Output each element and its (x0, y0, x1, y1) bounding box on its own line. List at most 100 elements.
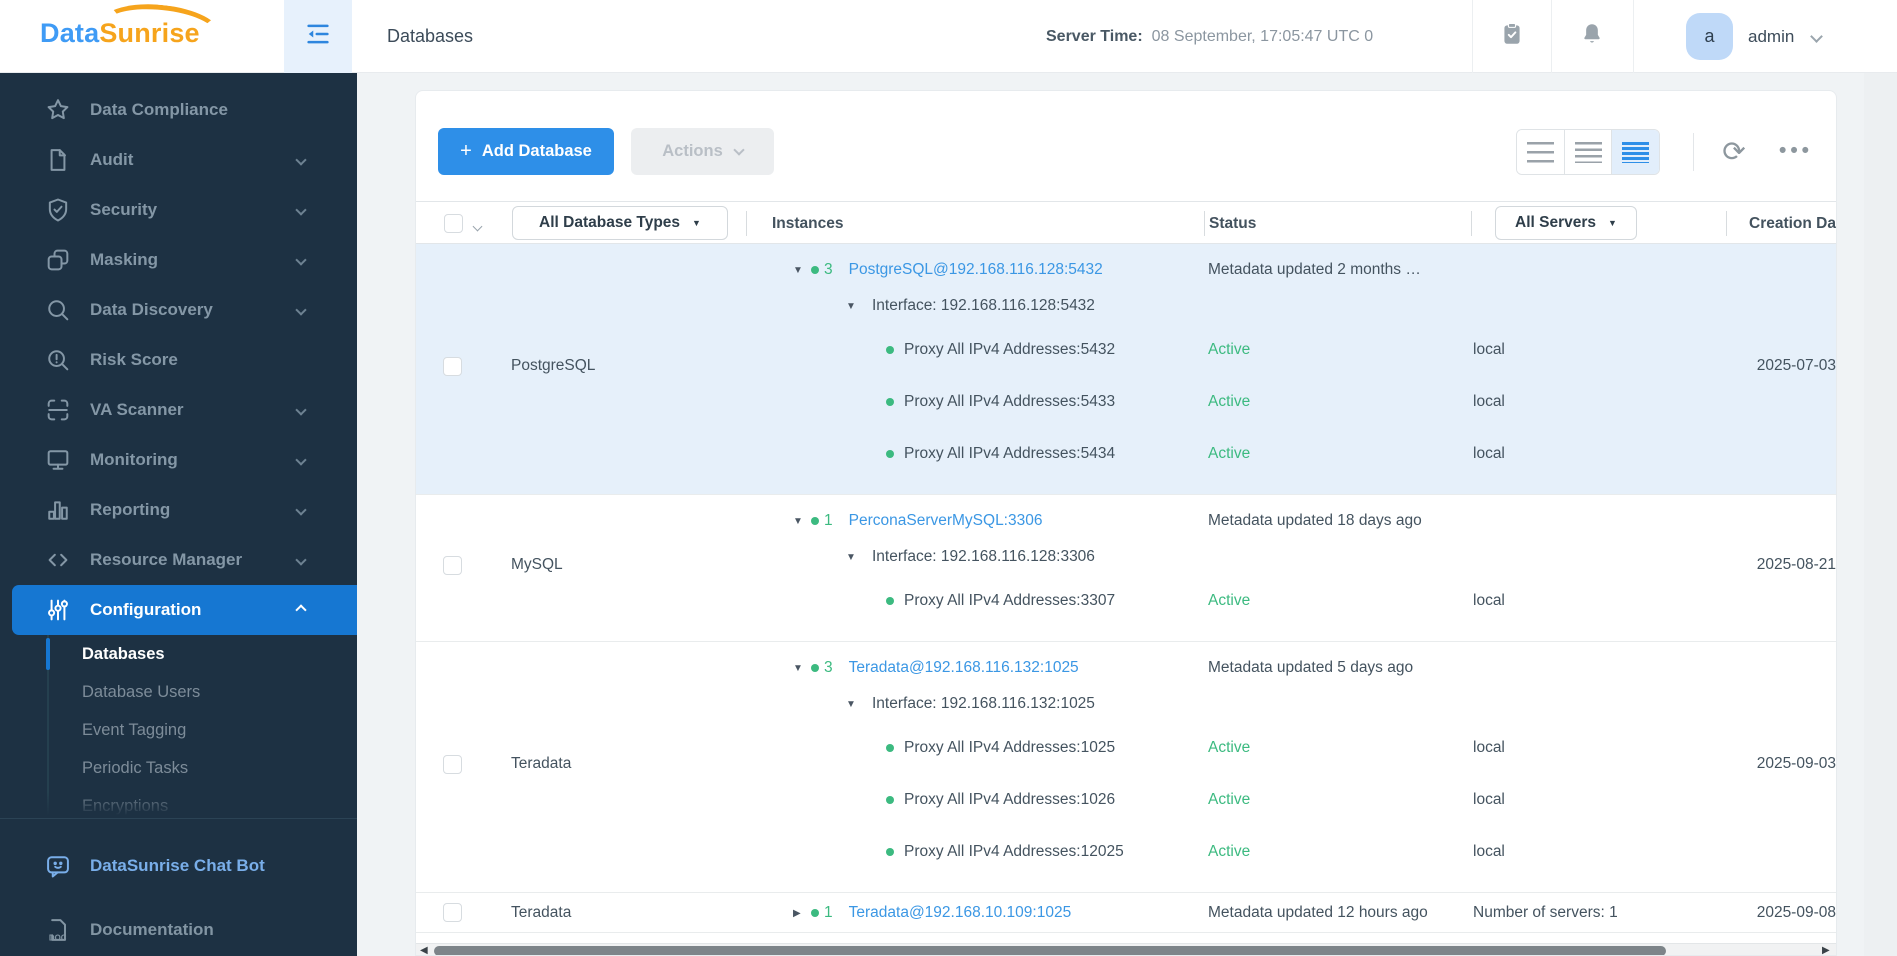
horizontal-scrollbar[interactable]: ◀ ▶ (416, 943, 1836, 955)
user-menu[interactable]: admin (1748, 0, 1794, 73)
tasks-button[interactable] (1482, 0, 1542, 73)
interface-label: Interface: 192.168.116.128:5432 (872, 297, 1095, 314)
scrollbar-thumb[interactable] (434, 946, 1666, 955)
proxy-status[interactable]: Active (1208, 791, 1250, 809)
table-row[interactable]: MySQL ▼ 1 PerconaServerMySQL:3306 ▼ Interface… (416, 495, 1836, 642)
server-label: local (1473, 592, 1505, 609)
status-line: Active (1206, 575, 1471, 627)
star-icon (43, 96, 73, 124)
row-checkbox[interactable] (443, 754, 462, 774)
proxy-label: Proxy All IPv4 Addresses:5434 (904, 445, 1116, 462)
sidebar-item-data-discovery[interactable]: Data Discovery (0, 285, 357, 335)
instance-link[interactable]: Teradata@192.168.116.132:1025 (849, 659, 1079, 677)
sidebar-item-resource-manager[interactable]: Resource Manager (0, 535, 357, 585)
select-all-checkbox[interactable] (444, 214, 463, 233)
proxy-status[interactable]: Active (1208, 843, 1250, 861)
status-cell: Metadata updated 12 hours ago (1206, 893, 1471, 932)
code-icon (43, 546, 73, 574)
proxy-status[interactable]: Active (1208, 393, 1250, 411)
caret-expanded-icon[interactable]: ▼ (793, 663, 811, 674)
caret-collapsed-icon[interactable]: ▶ (793, 908, 811, 919)
actions-button[interactable]: Actions (631, 128, 774, 175)
proxy-count: 3 (824, 261, 833, 278)
column-header-status: Status (1209, 214, 1257, 232)
refresh-button[interactable]: ⟳ (1714, 127, 1754, 175)
online-dot-icon (886, 848, 894, 856)
scroll-right-arrow-icon[interactable]: ▶ (1822, 945, 1830, 955)
sidebar-item-data-compliance[interactable]: Data Compliance (0, 85, 357, 135)
view-dense-button[interactable] (1611, 130, 1659, 174)
proxy-status[interactable]: Active (1208, 739, 1250, 757)
servers-cell: local local local (1471, 642, 1726, 892)
metadata-status: Metadata updated 2 months … (1208, 261, 1421, 278)
database-type-label: Teradata (511, 755, 572, 772)
sidebar-subitem-databases[interactable]: Databases (0, 635, 357, 673)
loose-lines-icon (1526, 141, 1554, 163)
sidebar-item-configuration[interactable]: Configuration (12, 585, 357, 635)
add-database-button[interactable]: + Add Database (438, 128, 614, 175)
sidebar-item-datasunrise-chat-bot[interactable]: DataSunrise Chat Bot (0, 841, 357, 891)
proxy-status[interactable]: Active (1208, 341, 1250, 359)
instance-link[interactable]: Teradata@192.168.10.109:1025 (849, 904, 1072, 922)
view-medium-button[interactable] (1563, 130, 1612, 174)
sidebar-subitem-event-tagging[interactable]: Event Tagging (0, 711, 357, 749)
server-label: local (1473, 791, 1505, 808)
caret-expanded-icon[interactable]: ▼ (793, 265, 811, 276)
caret-down-icon: ▼ (692, 218, 701, 228)
sidebar-item-audit[interactable]: Audit (0, 135, 357, 185)
sidebar-item-monitoring[interactable]: Monitoring (0, 435, 357, 485)
logo[interactable]: DataSunrise (40, 0, 223, 58)
row-checkbox[interactable] (443, 555, 462, 575)
database-type-cell: Teradata (501, 642, 746, 892)
sidebar-item-label: DataSunrise Chat Bot (90, 856, 265, 875)
proxy-status[interactable]: Active (1208, 445, 1250, 463)
sidebar-item-documentation[interactable]: DOC Documentation (0, 905, 357, 955)
caret-expanded-icon[interactable]: ▼ (846, 699, 864, 710)
avatar[interactable]: a (1686, 13, 1733, 60)
online-dot-icon (886, 450, 894, 458)
row-checkbox[interactable] (443, 903, 462, 922)
column-header-instances: Instances (772, 214, 844, 232)
view-loose-button[interactable] (1517, 130, 1564, 174)
row-checkbox[interactable] (443, 356, 462, 376)
table-row[interactable]: Teradata ▼ 3 Teradata@192.168.116.132:1025 ▼… (416, 642, 1836, 893)
table-row[interactable]: Teradata ▶ 1 Teradata@192.168.10.109:1025 Me… (416, 893, 1836, 933)
sidebar-collapse-button[interactable] (284, 0, 352, 73)
server-line (1471, 686, 1726, 722)
caret-expanded-icon[interactable]: ▼ (846, 301, 864, 312)
instance-link[interactable]: PostgreSQL@192.168.116.128:5432 (849, 261, 1103, 279)
instance-link[interactable]: PerconaServerMySQL:3306 (849, 512, 1043, 530)
sidebar-item-security[interactable]: Security (0, 185, 357, 235)
sidebar-item-reporting[interactable]: Reporting (0, 485, 357, 535)
sidebar-footer: DataSunrise Chat Bot DOC Documentation (0, 819, 357, 955)
proxy-status[interactable]: Active (1208, 592, 1250, 610)
sidebar-subitem-encryptions[interactable]: Encryptions (0, 787, 357, 818)
sidebar-item-risk-score[interactable]: Risk Score (0, 335, 357, 385)
more-options-button[interactable]: ••• (1768, 127, 1824, 175)
plus-icon: + (460, 140, 472, 162)
notifications-button[interactable] (1562, 0, 1622, 73)
servers-filter[interactable]: All Servers ▼ (1495, 206, 1637, 240)
medium-lines-icon (1574, 141, 1602, 163)
select-options-chevron[interactable] (472, 217, 483, 235)
sidebar-item-va-scanner[interactable]: VA Scanner (0, 385, 357, 435)
creation-date-cell: 2025-08-21 (1726, 495, 1836, 641)
table-row[interactable]: PostgreSQL ▼ 3 PostgreSQL@192.168.116.128:5… (416, 244, 1836, 495)
scroll-left-arrow-icon[interactable]: ◀ (420, 945, 428, 955)
metadata-status: Metadata updated 18 days ago (1208, 512, 1422, 529)
caret-expanded-icon[interactable]: ▼ (793, 516, 811, 527)
servers-cell: local (1471, 495, 1726, 641)
sidebar-item-masking[interactable]: Masking (0, 235, 357, 285)
database-type-filter[interactable]: All Database Types ▼ (512, 206, 728, 240)
mask-icon (43, 246, 73, 274)
caret-expanded-icon[interactable]: ▼ (846, 552, 864, 563)
status-line: Active (1206, 376, 1471, 428)
server-label: local (1473, 445, 1505, 462)
proxy-label: Proxy All IPv4 Addresses:1025 (904, 739, 1116, 756)
sidebar-subitem-periodic-tasks[interactable]: Periodic Tasks (0, 749, 357, 787)
sidebar-subitem-database-users[interactable]: Database Users (0, 673, 357, 711)
chevron-down-icon[interactable] (1810, 30, 1823, 43)
risk-icon (43, 346, 73, 374)
logo-text-sunrise: Sunrise (99, 18, 200, 48)
status-line (1206, 686, 1471, 722)
